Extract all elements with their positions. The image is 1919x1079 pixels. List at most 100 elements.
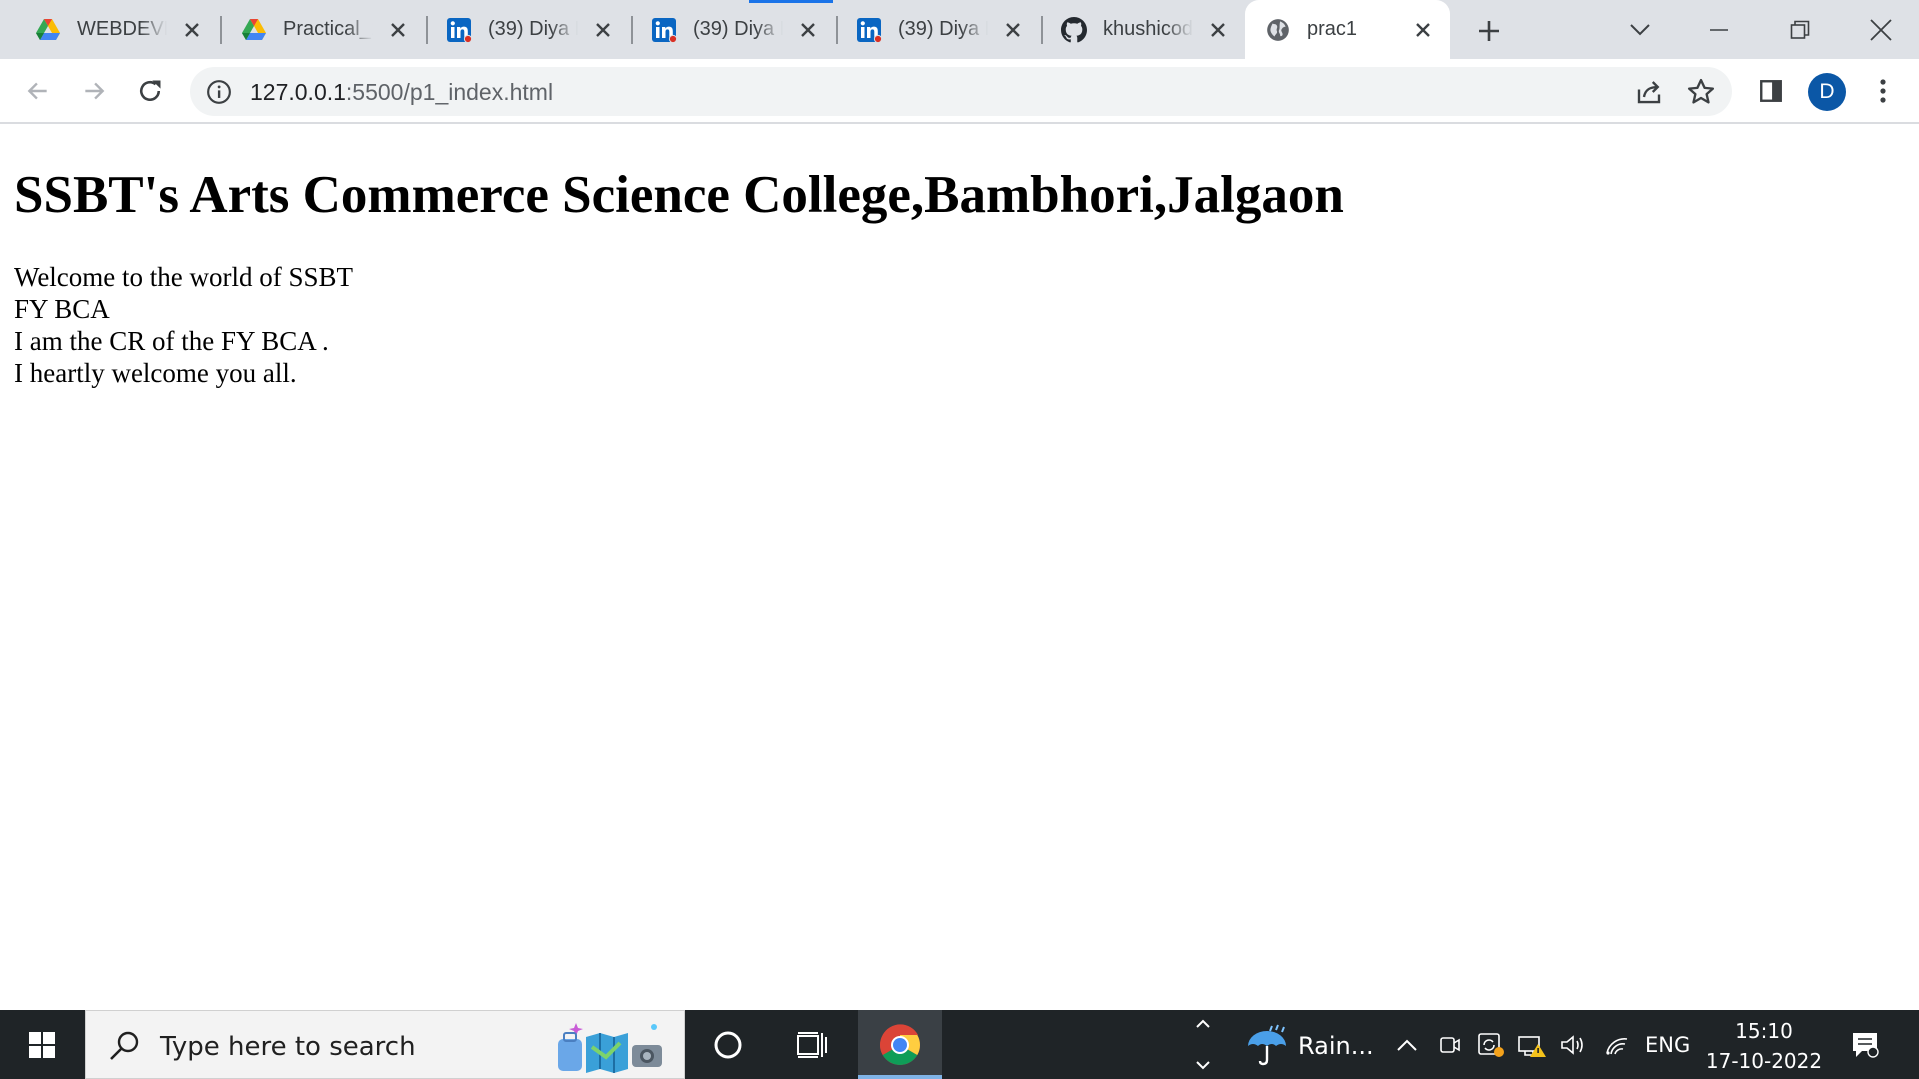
close-icon[interactable] [1000, 17, 1026, 43]
tab-prac1[interactable]: prac1 [1245, 0, 1450, 59]
arrow-right-icon [85, 82, 105, 100]
tab-title: (39) Diya Patil [898, 18, 988, 40]
tab-title: prac1 [1307, 18, 1358, 40]
plus-icon [1479, 21, 1499, 41]
taskbar-scroll[interactable] [1190, 1010, 1216, 1079]
tab-title: (39) Diya Patil [488, 18, 578, 40]
more-vertical-icon [1880, 79, 1886, 103]
search-highlight-icon [558, 1023, 662, 1073]
task-view-icon [797, 1031, 827, 1058]
close-icon[interactable] [590, 17, 616, 43]
google-drive-icon [35, 17, 61, 43]
tab-title: (39) Diya Patil [693, 18, 783, 40]
share-icon[interactable] [1634, 77, 1664, 107]
chevron-up-icon [1397, 1039, 1417, 1051]
google-drive-icon [241, 17, 267, 43]
browser-toolbar: 127.0.0.1:5500/p1_index.html D [0, 59, 1919, 124]
notification-center-button[interactable] [1840, 1010, 1890, 1079]
wifi-icon [1606, 1037, 1628, 1055]
tab-title: Practical_1 [283, 18, 373, 40]
chrome-icon [880, 1023, 920, 1065]
clock-time: 15:10 [1735, 1019, 1793, 1043]
close-icon[interactable] [179, 17, 205, 43]
info-icon[interactable] [206, 79, 232, 105]
input-language[interactable]: ENG [1645, 1033, 1690, 1057]
window-close-button[interactable] [1861, 10, 1901, 50]
minimize-button[interactable] [1699, 10, 1739, 50]
star-icon[interactable] [1686, 77, 1716, 107]
task-view-button[interactable] [770, 1010, 854, 1079]
weather-text: Rain... [1298, 1032, 1374, 1060]
forward-button[interactable] [75, 72, 113, 110]
chevron-up-down-icon [1196, 1019, 1210, 1070]
tab-webdevlab[interactable]: WEBDEVLAB [0, 0, 222, 59]
tab-strip: WEBDEVLAB Practical_1 (39) Diya Patil (3… [0, 0, 1919, 59]
battery-warning-button[interactable] [1517, 1010, 1547, 1079]
weather-widget[interactable]: Rain... [1240, 1010, 1374, 1079]
url-path: :5500/p1_index.html [345, 79, 554, 105]
show-hidden-icons-button[interactable] [1394, 1010, 1420, 1079]
minimize-icon [1710, 29, 1728, 31]
tab-search-button[interactable] [1620, 10, 1660, 50]
windows-logo-icon [29, 1031, 55, 1058]
network-button[interactable] [1601, 1010, 1633, 1079]
system-clock[interactable]: 15:10 17-10-2022 [1700, 1016, 1828, 1076]
side-panel-icon [1760, 80, 1782, 102]
cortana-button[interactable] [686, 1010, 770, 1079]
paragraph-line: I am the CR of the FY BCA . [14, 326, 329, 356]
linkedin-icon [651, 17, 677, 43]
tab-practical[interactable]: Practical_1 [206, 0, 428, 59]
tab-linkedin-3[interactable]: (39) Diya Patil [821, 0, 1043, 59]
reload-icon [140, 80, 161, 101]
chrome-taskbar-button[interactable] [858, 1010, 942, 1079]
start-button[interactable] [0, 1010, 84, 1079]
sync-warning-icon [1478, 1032, 1504, 1057]
volume-button[interactable] [1558, 1010, 1588, 1079]
url-host: 127.0.0.1 [250, 79, 346, 105]
cortana-icon [714, 1031, 742, 1058]
restore-button[interactable] [1780, 10, 1820, 50]
new-tab-button[interactable] [1473, 15, 1505, 47]
close-icon[interactable] [1205, 17, 1231, 43]
close-icon[interactable] [1410, 17, 1436, 43]
side-panel-button[interactable] [1753, 73, 1789, 109]
tab-github[interactable]: khushicoder [1026, 0, 1248, 59]
windows-taskbar: Type here to search Rain... ENG 15:10 17… [0, 1010, 1919, 1079]
page-heading: SSBT's Arts Commerce Science College,Bam… [14, 166, 1344, 224]
tab-title: WEBDEVLAB [77, 18, 167, 40]
clock-date: 17-10-2022 [1705, 1049, 1823, 1073]
tab-title: khushicoder [1103, 18, 1193, 40]
close-icon[interactable] [385, 17, 411, 43]
url-text[interactable]: 127.0.0.1:5500/p1_index.html [250, 78, 553, 106]
meet-now-button[interactable] [1435, 1010, 1465, 1079]
github-icon [1061, 17, 1087, 43]
close-icon[interactable] [795, 17, 821, 43]
tab-linkedin-2[interactable]: (39) Diya Patil [616, 0, 838, 59]
paragraph-line: FY BCA [14, 294, 110, 324]
linkedin-icon [856, 17, 882, 43]
globe-icon [1265, 17, 1291, 43]
reload-button[interactable] [131, 72, 169, 110]
chevron-down-icon [1630, 24, 1650, 36]
paragraph-line: Welcome to the world of SSBT [14, 262, 354, 292]
menu-button[interactable] [1865, 73, 1901, 109]
umbrella-rain-icon [1248, 1024, 1286, 1066]
paragraph-line: I heartly welcome you all. [14, 358, 297, 388]
video-camera-icon [1440, 1036, 1460, 1053]
speaker-icon [1561, 1034, 1583, 1055]
address-bar[interactable]: 127.0.0.1:5500/p1_index.html [190, 67, 1732, 116]
sync-status-button[interactable] [1476, 1010, 1506, 1079]
tab-linkedin-1[interactable]: (39) Diya Patil [411, 0, 633, 59]
linkedin-icon [446, 17, 472, 43]
close-icon [1870, 19, 1892, 41]
search-icon [110, 1031, 139, 1060]
web-page-content: SSBT's Arts Commerce Science College,Bam… [0, 124, 1919, 1010]
restore-icon [1790, 20, 1810, 39]
power-warning-icon [1518, 1035, 1546, 1057]
back-button[interactable] [19, 72, 57, 110]
search-placeholder: Type here to search [160, 1032, 416, 1062]
arrow-left-icon [27, 82, 47, 100]
profile-avatar[interactable]: D [1808, 73, 1846, 111]
welcome-paragraph: Welcome to the world of SSBT FY BCA I am… [14, 261, 353, 389]
taskbar-search[interactable]: Type here to search [85, 1010, 685, 1079]
